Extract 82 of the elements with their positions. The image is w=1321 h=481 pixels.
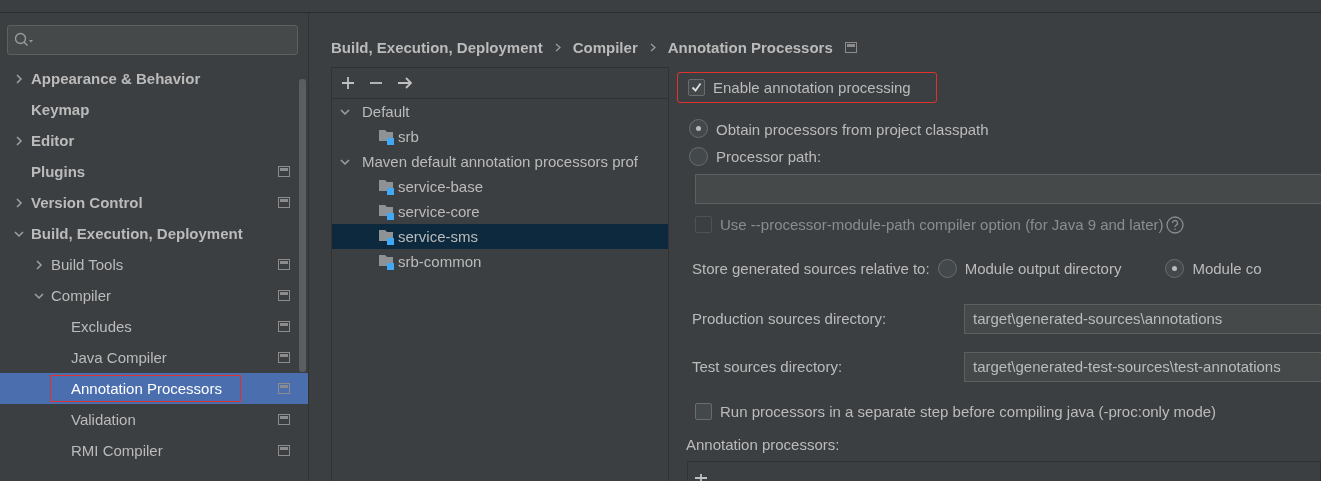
settings-tree-item[interactable]: Java Compiler xyxy=(0,342,308,373)
field-label: Test sources directory: xyxy=(692,358,844,376)
minus-icon xyxy=(370,82,382,84)
right-arrow-icon xyxy=(396,75,414,91)
item-label: Plugins xyxy=(30,162,87,182)
module-folder-icon xyxy=(378,178,395,195)
profile-tree-item[interactable]: Maven default annotation processors prof xyxy=(332,149,668,174)
settings-tree-item[interactable]: Build, Execution, Deployment xyxy=(0,218,308,249)
item-label: Keymap xyxy=(30,100,91,120)
project-level-icon xyxy=(278,352,290,363)
item-label: Appearance & Behavior xyxy=(30,69,202,89)
settings-tree-item[interactable]: Validation xyxy=(0,404,308,435)
settings-tree-item[interactable]: Compiler xyxy=(0,280,308,311)
radio-button[interactable] xyxy=(689,118,708,138)
checkbox-label: Run processors in a separate step before compiling java (-proc:only mode) xyxy=(720,402,1217,420)
radio-button[interactable] xyxy=(937,258,957,278)
profile-tree-item[interactable]: srb-common xyxy=(332,249,668,274)
scrollbar-thumb[interactable] xyxy=(299,79,306,372)
checkbox-label: Enable annotation processing xyxy=(713,79,911,96)
item-label: Compiler xyxy=(50,286,112,306)
section-label: Annotation processors: xyxy=(686,435,840,453)
field-label: Production sources directory: xyxy=(692,310,888,328)
add-icon[interactable] xyxy=(694,473,708,481)
module-folder-icon xyxy=(378,203,395,220)
settings-tree-item[interactable]: Excludes xyxy=(0,311,308,342)
breadcrumb-separator-icon xyxy=(554,42,561,52)
project-level-icon xyxy=(278,383,290,394)
checkbox[interactable] xyxy=(695,402,712,420)
item-label: Excludes xyxy=(70,317,133,337)
item-label: Build Tools xyxy=(50,255,125,275)
radio-label: Processor path: xyxy=(716,147,822,165)
radio-button[interactable] xyxy=(1165,258,1185,278)
help-icon[interactable] xyxy=(1165,215,1184,234)
settings-tree-item[interactable]: Version Control xyxy=(0,187,308,218)
item-label: Annotation Processors xyxy=(50,375,241,402)
radio-button[interactable] xyxy=(689,146,708,166)
check-icon xyxy=(691,82,702,93)
module-folder-icon xyxy=(378,228,395,245)
directory-field[interactable]: target\generated-test-sources\test-annotations xyxy=(964,351,1321,382)
profile-tree-item[interactable]: srb xyxy=(332,124,668,149)
project-level-icon xyxy=(844,41,857,53)
settings-tree-item[interactable]: Appearance & Behavior xyxy=(0,63,308,94)
item-label: Version Control xyxy=(30,193,144,213)
project-level-icon xyxy=(278,166,290,177)
plus-icon xyxy=(340,75,356,91)
project-level-icon xyxy=(278,414,290,425)
module-folder-icon xyxy=(378,253,395,270)
item-label: RMI Compiler xyxy=(70,441,164,461)
radio-label: Module output directory xyxy=(964,259,1122,277)
item-label: Java Compiler xyxy=(70,348,168,368)
item-label: Build, Execution, Deployment xyxy=(30,224,244,244)
breadcrumb-item: Compiler xyxy=(572,38,638,56)
breadcrumb-separator-icon xyxy=(649,42,656,52)
item-label: Validation xyxy=(70,410,137,430)
profile-tree-item[interactable]: service-base xyxy=(332,174,668,199)
checkbox[interactable] xyxy=(688,79,705,96)
field-label: Store generated sources relative to: xyxy=(692,259,930,277)
directory-field[interactable]: target\generated-sources\annotations xyxy=(964,303,1321,334)
breadcrumb-item: Annotation Processors xyxy=(667,38,833,56)
settings-tree-item[interactable]: Build Tools xyxy=(0,249,308,280)
checkbox-label: Use --processor-module-path compiler option (for Java 9 and later) xyxy=(720,216,1164,234)
profile-tree-item[interactable]: service-sms xyxy=(332,224,668,249)
profile-tree-item[interactable]: Default xyxy=(332,99,668,124)
item-label: Editor xyxy=(30,131,76,151)
settings-tree-item[interactable]: Annotation Processors xyxy=(0,373,308,404)
project-level-icon xyxy=(278,197,290,208)
radio-label: Obtain processors from project classpath xyxy=(716,120,989,138)
search-icon xyxy=(14,32,34,48)
settings-tree-item[interactable]: RMI Compiler xyxy=(0,435,308,466)
project-level-icon xyxy=(278,321,290,332)
settings-tree-item[interactable]: Plugins xyxy=(0,156,308,187)
project-level-icon xyxy=(278,290,290,301)
module-folder-icon xyxy=(378,128,395,145)
settings-tree-item[interactable]: Keymap xyxy=(0,94,308,125)
profile-tree-item[interactable]: service-core xyxy=(332,199,668,224)
settings-tree-item[interactable]: Editor xyxy=(0,125,308,156)
processor-path-field[interactable] xyxy=(695,174,1321,205)
radio-label: Module co xyxy=(1192,259,1262,277)
breadcrumb-item: Build, Execution, Deployment xyxy=(331,38,543,56)
search-field[interactable] xyxy=(7,25,298,55)
project-level-icon xyxy=(278,259,290,270)
project-level-icon xyxy=(278,445,290,456)
